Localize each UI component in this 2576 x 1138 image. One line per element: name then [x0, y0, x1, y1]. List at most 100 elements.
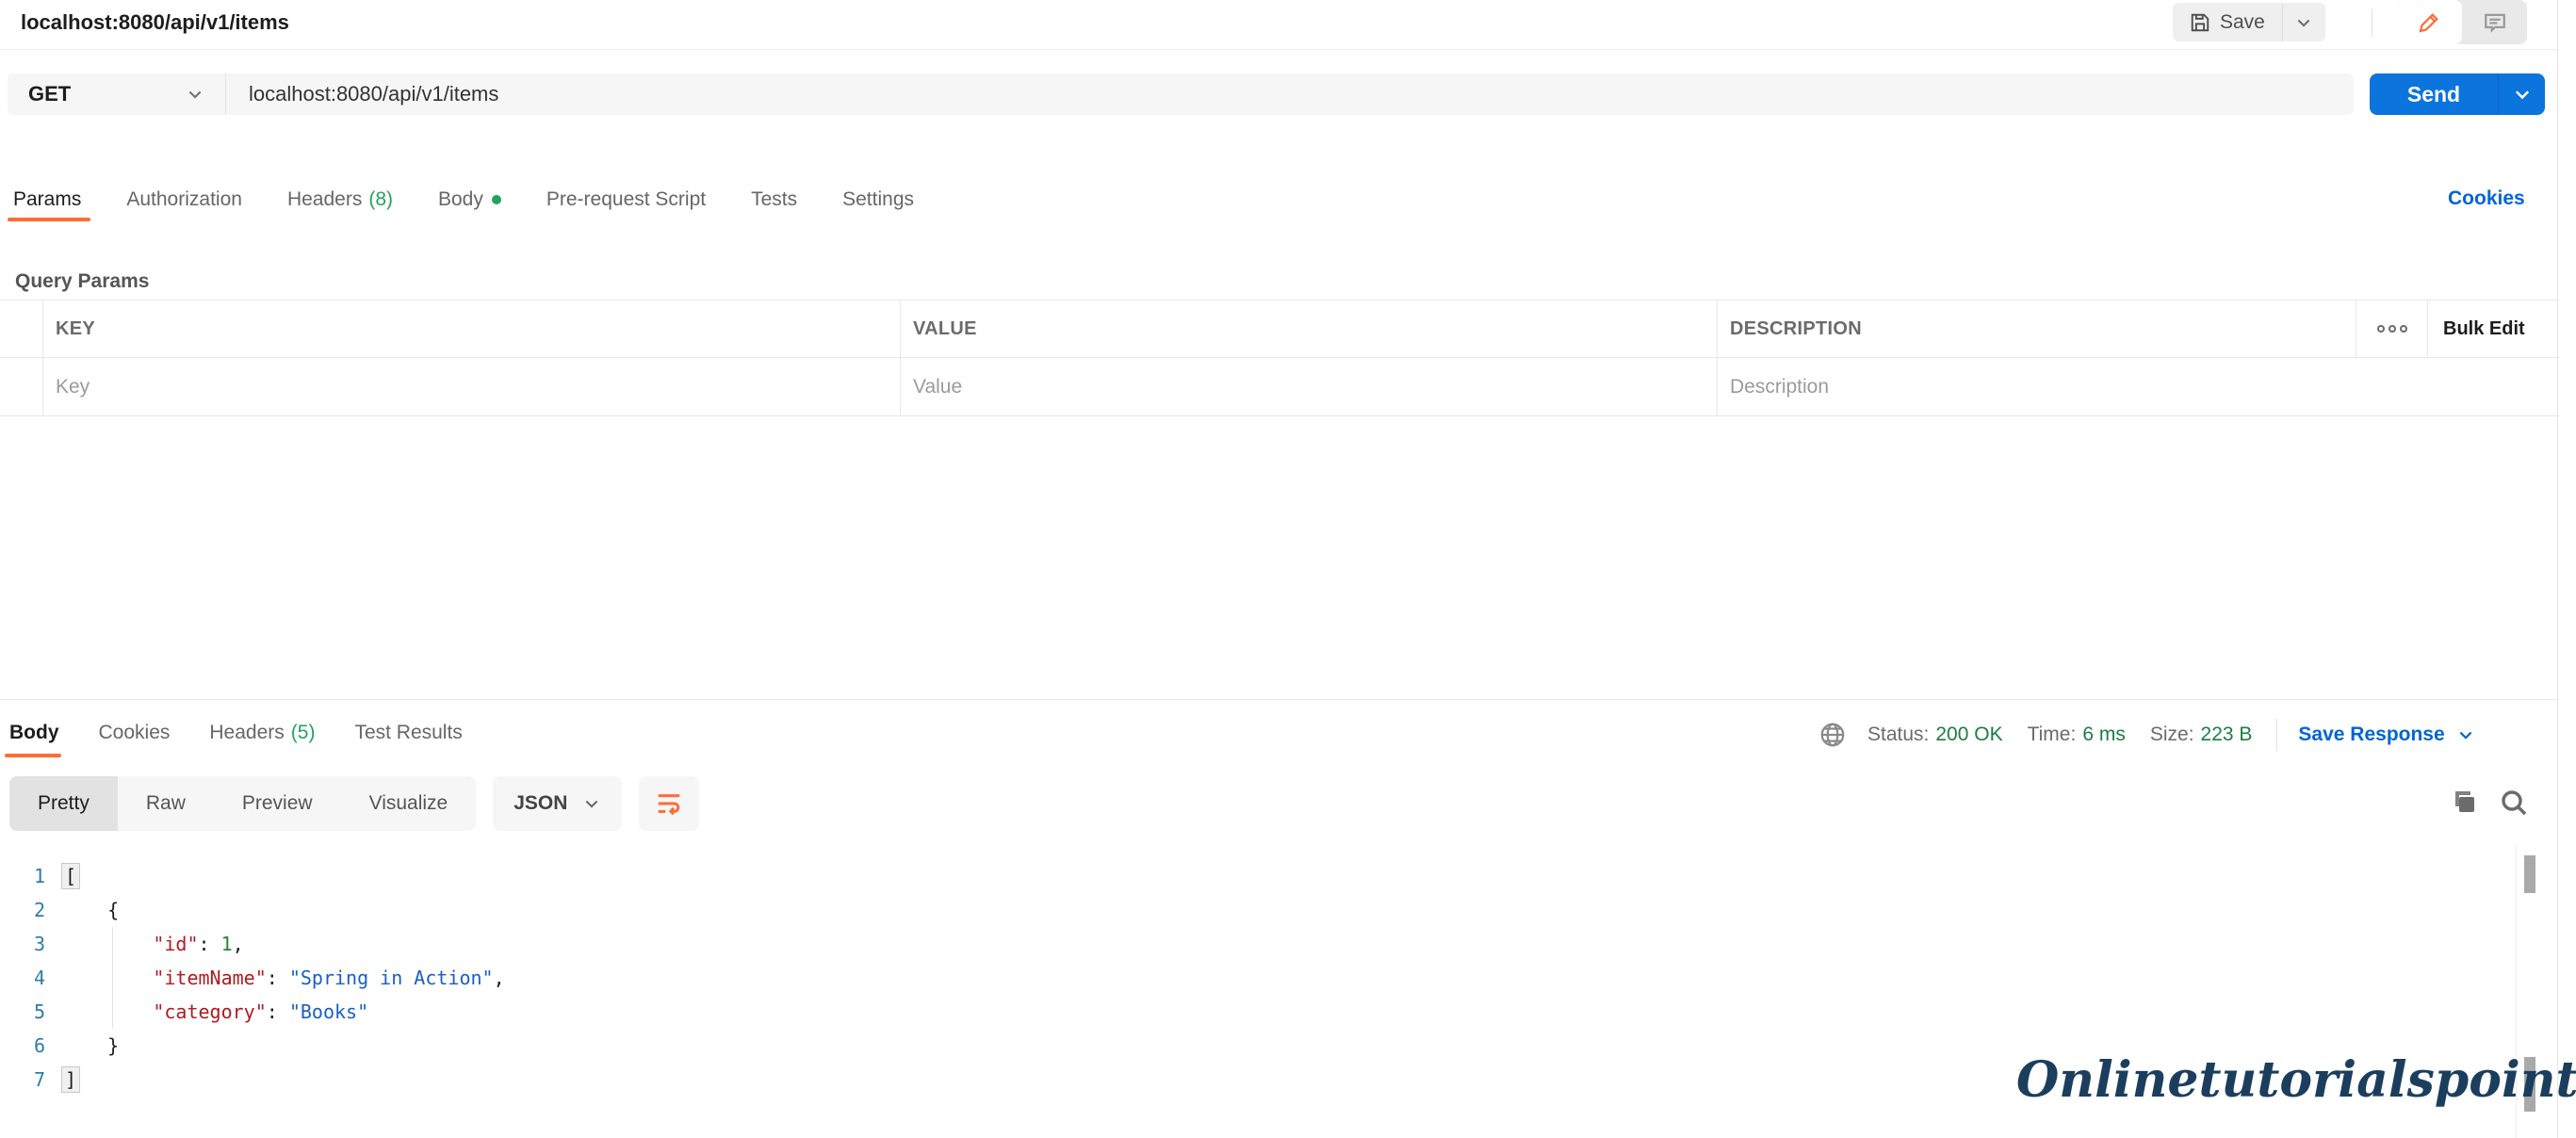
meta-divider [2276, 719, 2278, 751]
send-options-button[interactable] [2498, 73, 2545, 115]
view-preview-button[interactable]: Preview [214, 776, 341, 831]
params-more-actions-button[interactable] [2356, 301, 2427, 357]
url-input[interactable]: localhost:8080/api/v1/items [226, 73, 2354, 115]
tab-headers[interactable]: Headers (8) [287, 188, 393, 211]
column-header-key: KEY [42, 301, 900, 357]
response-tab-cookies[interactable]: Cookies [99, 722, 171, 744]
save-button-label: Save [2220, 10, 2265, 33]
active-tab-underline [8, 218, 90, 221]
chevron-down-icon [582, 794, 601, 813]
row-handle-cell [0, 358, 42, 415]
search-icon [2499, 788, 2529, 818]
json-key: "category" [153, 1000, 267, 1023]
response-headers-count-badge: (5) [290, 722, 316, 743]
chevron-down-icon [2456, 725, 2475, 744]
tab-settings[interactable]: Settings [842, 188, 914, 211]
param-value-input[interactable] [901, 375, 1717, 398]
view-raw-button[interactable]: Raw [118, 776, 214, 831]
time-value: 6 ms [2082, 723, 2126, 745]
format-label: JSON [514, 792, 568, 814]
size-label: Size: [2149, 723, 2194, 745]
row-handle-column [0, 301, 42, 357]
line-number: 7 [33, 1068, 45, 1091]
response-tabs: Body Cookies Headers (5) Test Results [9, 722, 463, 744]
save-options-button[interactable] [2281, 3, 2325, 41]
response-tab-body[interactable]: Body [9, 722, 59, 744]
tab-pre-request-script[interactable]: Pre-request Script [546, 188, 706, 211]
format-select[interactable]: JSON [493, 776, 623, 831]
wrap-text-button[interactable] [639, 776, 700, 831]
response-active-tab-underline [5, 754, 61, 757]
json-key: "id" [153, 933, 199, 955]
open-bracket: [ [60, 863, 81, 889]
close-bracket: ] [60, 1066, 81, 1093]
response-tab-body-label: Body [9, 722, 59, 743]
edit-button[interactable] [2396, 0, 2462, 44]
body-filled-dot [491, 195, 501, 204]
edit-comment-group [2396, 0, 2527, 44]
status-value: 200 OK [1935, 723, 2003, 745]
time-label: Time: [2027, 723, 2077, 745]
chevron-down-icon [186, 85, 204, 104]
save-button[interactable]: Save [2173, 3, 2282, 41]
pencil-icon [2418, 11, 2440, 34]
view-visualize-button[interactable]: Visualize [341, 776, 477, 831]
watermark: Onlinetutorialspoint [2016, 1051, 2576, 1109]
line-number: 2 [33, 899, 45, 921]
tab-tests[interactable]: Tests [751, 188, 797, 211]
response-tab-test-results[interactable]: Test Results [354, 722, 462, 744]
code-line: 2 { [0, 893, 2506, 927]
bulk-edit-button[interactable]: Bulk Edit [2427, 301, 2559, 357]
code-line: 5 "category": "Books" [0, 995, 2506, 1029]
send-button-group: Send [2370, 73, 2545, 115]
size-value: 223 B [2200, 723, 2253, 745]
response-tab-headers[interactable]: Headers (5) [209, 722, 315, 744]
request-tabs: Params Authorization Headers (8) Body Pr… [13, 188, 914, 211]
save-response-button[interactable]: Save Response [2298, 723, 2474, 746]
response-tab-test-results-label: Test Results [354, 722, 463, 743]
comment-button[interactable] [2462, 0, 2527, 44]
json-string: "Books" [288, 1000, 369, 1023]
search-button[interactable] [2499, 788, 2529, 818]
code-line: 4 "itemName": "Spring in Action", [0, 961, 2506, 995]
query-params-table: KEY VALUE DESCRIPTION Bulk Edit [0, 300, 2559, 416]
tab-settings-label: Settings [842, 188, 915, 210]
titlebar-bottom-border [0, 49, 2557, 50]
wrap-text-icon [655, 789, 683, 818]
tab-body[interactable]: Body [438, 188, 501, 211]
query-params-header-row: KEY VALUE DESCRIPTION Bulk Edit [0, 300, 2559, 358]
chevron-down-icon [2294, 13, 2313, 32]
tab-authorization[interactable]: Authorization [126, 188, 242, 211]
code-scrollbar-thumb[interactable] [2524, 855, 2535, 893]
response-section-divider [0, 699, 2557, 700]
window-scrollbar-rail [2557, 0, 2558, 1138]
param-key-input[interactable] [43, 375, 900, 398]
view-pretty-button[interactable]: Pretty [9, 776, 118, 831]
tab-params[interactable]: Params [13, 188, 81, 211]
chevron-down-icon [2512, 84, 2533, 105]
view-mode-segmented-control: Pretty Raw Preview Visualize [9, 776, 477, 831]
copy-button[interactable] [2450, 788, 2480, 818]
tab-tests-label: Tests [751, 188, 798, 210]
send-button[interactable]: Send [2370, 73, 2498, 115]
response-tab-headers-label: Headers [209, 722, 285, 743]
json-number: 1 [220, 933, 233, 955]
save-button-group: Save [2173, 3, 2325, 41]
response-meta-bar: Status: 200 OK Time: 6 ms Size: 223 B Sa… [1818, 719, 2475, 751]
comment-icon [2483, 10, 2507, 35]
line-number: 6 [33, 1034, 45, 1057]
param-description-input[interactable] [1718, 375, 2559, 398]
response-view-toolbar: Pretty Raw Preview Visualize JSON [9, 776, 700, 831]
column-header-description: DESCRIPTION [1717, 301, 2356, 357]
tab-headers-label: Headers [286, 188, 363, 210]
api-client-window: localhost:8080/api/v1/items Save GET loc… [0, 0, 2576, 1138]
globe-icon [1818, 721, 1847, 749]
request-url-box: GET localhost:8080/api/v1/items [8, 73, 2354, 115]
cookies-link[interactable]: Cookies [2448, 187, 2525, 210]
column-header-value: VALUE [900, 301, 1717, 357]
line-number: 5 [33, 1000, 45, 1023]
line-number: 4 [33, 967, 45, 989]
method-select[interactable]: GET [8, 73, 226, 115]
code-line: 1 [ [0, 859, 2506, 893]
response-body-tools [2450, 788, 2529, 818]
